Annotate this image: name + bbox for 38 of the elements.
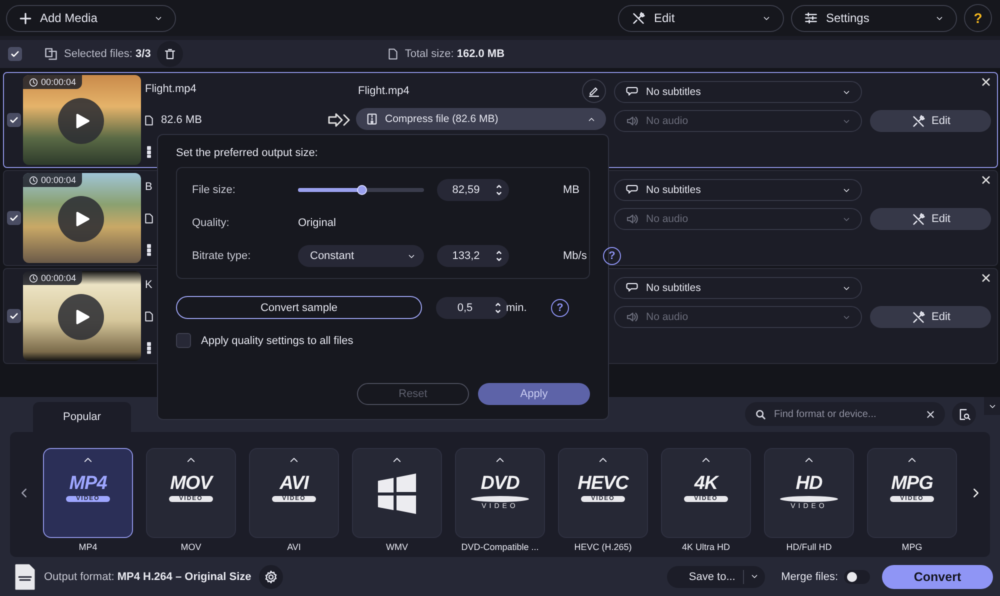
format-label: 4K Ultra HD [682,542,730,552]
format-logo-text: DVD [480,473,520,495]
field-label: Bitrate type: [192,250,252,262]
apply-all-label: Apply quality settings to all files [201,334,354,346]
duration-text: 00:00:04 [41,273,76,283]
output-format-text: Output format: MP4 H.264 – Original Size [44,570,252,582]
format-logo-text: MPG [891,473,933,495]
unit-label: Mb/s [563,250,588,262]
format-label: HD/Full HD [786,542,832,552]
format-label: AVI [287,542,301,552]
format-logo-text: AVI [280,473,308,495]
format-label: MOV [180,542,202,552]
file-name: Flight.mp4 [145,83,196,95]
format-logo-text: MOV [170,473,212,495]
field-label: Quality: [192,217,230,229]
selected-files-text: Selected files: 3/3 [64,48,151,60]
format-logo-text: MP4 [69,473,107,495]
file-size: 82.6 MB [161,114,202,126]
output-file-name: Flight.mp4 [358,85,410,97]
popup-title: Set the preferred output size: [176,147,319,159]
file-name: B [145,181,152,193]
format-label: MP4 [78,542,98,552]
duration-text: 00:00:04 [41,77,76,87]
format-label: MPG [902,542,922,552]
total-size-text: Total size: 162.0 MB [404,48,505,60]
format-logo-text: 4K [694,473,718,495]
format-logo-text: HEVC [578,473,628,495]
unit-label: min. [506,302,528,314]
format-logo-text: HD [796,473,822,495]
unit-label: MB [563,184,580,196]
format-label: DVD-Compatible ... [461,542,539,552]
file-name: K [145,279,152,291]
duration-text: 00:00:04 [41,175,76,185]
quality-value: Original [298,217,337,229]
field-label: File size: [192,184,236,196]
format-label: WMV [386,542,408,552]
merge-files-label: Merge files: [781,570,838,582]
format-label: HEVC (H.265) [574,542,632,552]
